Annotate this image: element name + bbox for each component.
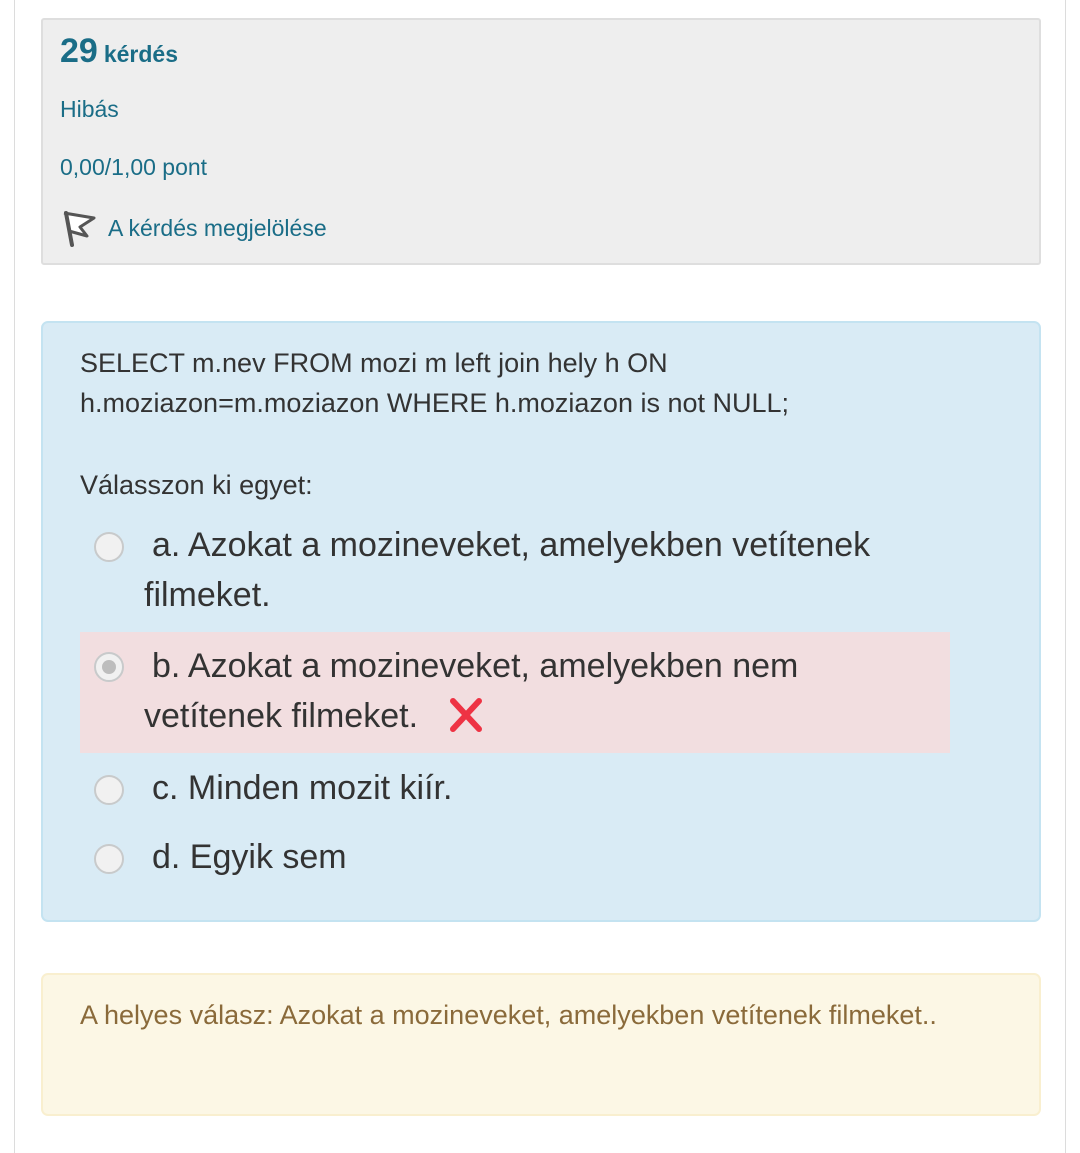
radio-selected-dot — [102, 660, 116, 674]
answer-label-a: a. Azokat a mozineveket, amelyekben vetí… — [144, 526, 871, 614]
flag-question-link[interactable]: A kérdés megjelölése — [60, 206, 327, 250]
question-state: Hibás — [60, 96, 119, 122]
answer-label-b-wrapper: b. Azokat a mozineveket, amelyekben nem … — [144, 641, 924, 741]
answer-prompt: Válasszon ki egyet: — [80, 470, 313, 500]
feedback-panel: A helyes válasz: Azokat a mozineveket, a… — [41, 973, 1041, 1116]
answer-radio-b[interactable] — [94, 652, 124, 682]
answer-radio-c[interactable] — [94, 775, 124, 805]
question-content-panel: SELECT m.nev FROM mozi m left join hely … — [41, 321, 1041, 922]
answer-option-b[interactable]: b. Azokat a mozineveket, amelyekben nem … — [80, 632, 950, 753]
flag-icon — [60, 209, 98, 247]
answer-option-d[interactable]: d. Egyik sem — [80, 832, 950, 888]
answer-option-a[interactable]: a. Azokat a mozineveket, amelyekben vetí… — [80, 520, 950, 620]
answer-radio-a[interactable] — [94, 532, 124, 562]
question-info-panel: 29 kérdés Hibás 0,00/1,00 pont A kérdés m… — [41, 18, 1041, 265]
question-text: SELECT m.nev FROM mozi m left join hely … — [80, 348, 790, 418]
question-grade: 0,00/1,00 pont — [60, 154, 208, 180]
answer-label-d: d. Egyik sem — [152, 838, 347, 876]
red-cross-icon — [440, 697, 483, 733]
question-number-value: 29 — [60, 32, 98, 70]
question-number: 29 kérdés — [60, 32, 178, 71]
answer-radio-d[interactable] — [94, 844, 124, 874]
right-answer-text: A helyes válasz: Azokat a mozineveket, a… — [80, 1000, 937, 1030]
question-number-label: kérdés — [103, 41, 178, 67]
answer-option-c[interactable]: c. Minden mozit kiír. — [80, 763, 950, 819]
flag-question-label: A kérdés megjelölése — [108, 214, 327, 241]
answer-label-c: c. Minden mozit kiír. — [152, 769, 453, 807]
